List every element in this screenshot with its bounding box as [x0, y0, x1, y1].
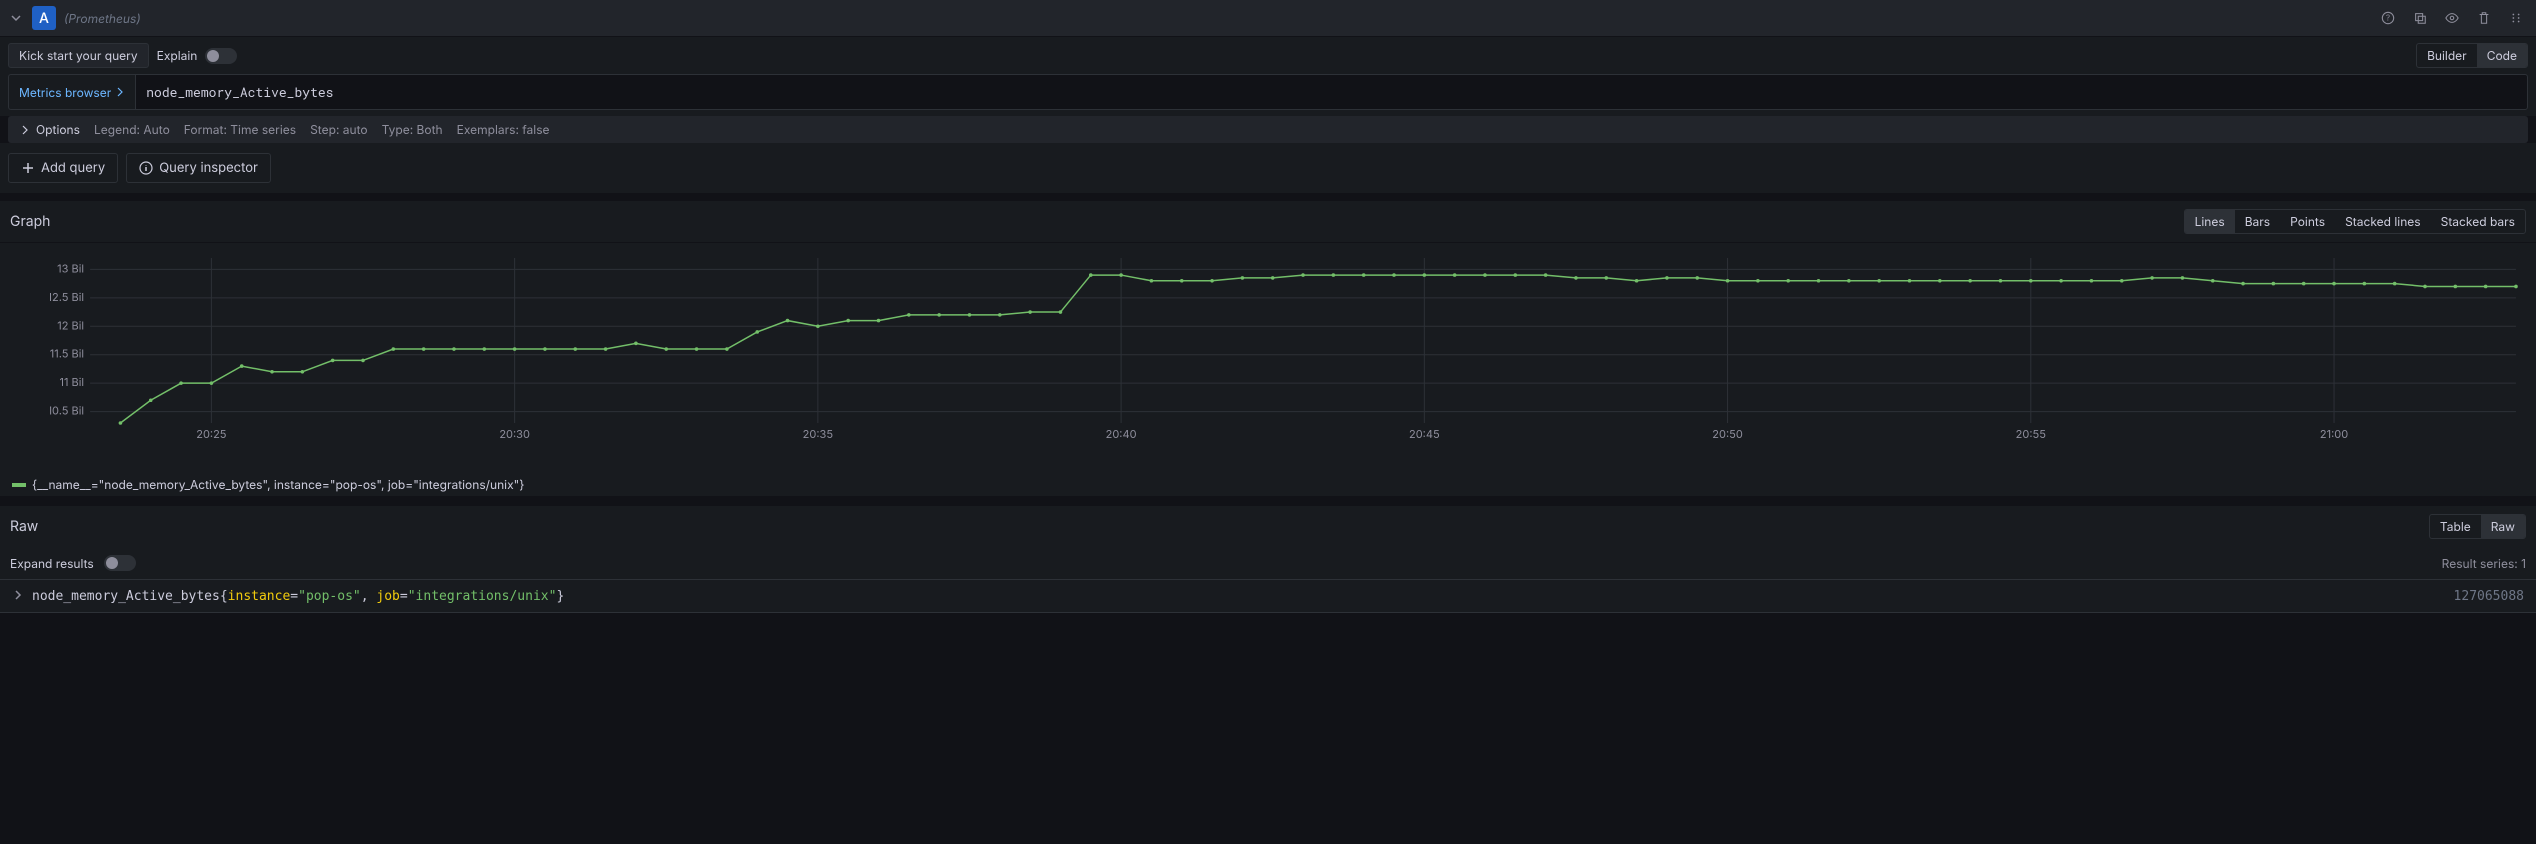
svg-text:10.5 Bil: 10.5 Bil	[50, 404, 84, 418]
trash-icon[interactable]	[2472, 6, 2496, 30]
svg-text:12.5 Bil: 12.5 Bil	[50, 290, 84, 304]
raw-panel: Raw Table Raw Expand results Result seri…	[0, 506, 2536, 613]
graph-mode-segment: Lines Bars Points Stacked lines Stacked …	[2184, 209, 2526, 234]
svg-text:13 Bil: 13 Bil	[57, 261, 84, 275]
datasource-label: (Prometheus)	[64, 11, 141, 26]
code-tab[interactable]: Code	[2477, 44, 2527, 67]
mode-lines[interactable]: Lines	[2185, 210, 2235, 233]
plus-icon	[21, 161, 35, 175]
raw-header: Raw Table Raw	[0, 506, 2536, 547]
raw-value: 127065088	[2454, 589, 2524, 604]
graph-title: Graph	[10, 213, 50, 230]
metrics-browser-button[interactable]: Metrics browser	[8, 74, 135, 110]
kickstart-button[interactable]: Kick start your query	[8, 43, 149, 68]
opt-type: Type: Both	[382, 122, 443, 137]
builder-tab[interactable]: Builder	[2417, 44, 2477, 67]
chevron-right-icon	[115, 87, 125, 97]
chart-container[interactable]: 10.5 Bil 11 Bil 11.5 Bil 12 Bil 12.5 Bil 13 B…	[0, 243, 2536, 473]
query-letter-badge[interactable]: A	[32, 6, 56, 30]
svg-text:20:25: 20:25	[196, 427, 227, 441]
raw-metric: node_memory_Active_bytes{instance="pop-o…	[32, 588, 564, 604]
expand-row-icon[interactable]	[12, 589, 24, 604]
chevron-right-icon	[20, 125, 30, 135]
expand-results-toggle[interactable]	[104, 555, 136, 571]
svg-text:11 Bil: 11 Bil	[59, 375, 84, 389]
chart-legend[interactable]: {__name__="node_memory_Active_bytes", in…	[0, 473, 2536, 496]
raw-title: Raw	[10, 518, 38, 535]
legend-text: {__name__="node_memory_Active_bytes", in…	[32, 477, 524, 492]
add-query-button[interactable]: Add query	[8, 153, 118, 183]
result-series-count: Result series: 1	[2442, 556, 2526, 571]
query-sub-row: Kick start your query Explain Builder Co…	[0, 37, 2536, 74]
svg-text:20:30: 20:30	[499, 427, 530, 441]
raw-data-row[interactable]: node_memory_Active_bytes{instance="pop-o…	[0, 579, 2536, 613]
graph-header: Graph Lines Bars Points Stacked lines St…	[0, 201, 2536, 243]
svg-text:20:45: 20:45	[1409, 427, 1440, 441]
raw-label-val-0: "pop-os"	[298, 589, 361, 604]
query-header: A (Prometheus) ?	[0, 0, 2536, 37]
mode-stacked-lines[interactable]: Stacked lines	[2335, 210, 2431, 233]
info-icon	[139, 161, 153, 175]
svg-text:11.5 Bil: 11.5 Bil	[50, 347, 84, 361]
opt-legend: Legend: Auto	[94, 122, 170, 137]
mode-stacked-bars[interactable]: Stacked bars	[2431, 210, 2525, 233]
help-icon[interactable]: ?	[2376, 6, 2400, 30]
raw-raw-tab[interactable]: Raw	[2481, 515, 2525, 538]
raw-mode-segment: Table Raw	[2429, 514, 2526, 539]
opt-step: Step: auto	[310, 122, 368, 137]
raw-label-key-0: instance	[228, 589, 291, 604]
drag-icon[interactable]	[2504, 6, 2528, 30]
options-expand[interactable]: Options	[20, 122, 80, 137]
action-row: Add query Query inspector	[0, 143, 2536, 193]
opt-format: Format: Time series	[184, 122, 296, 137]
mode-points[interactable]: Points	[2280, 210, 2335, 233]
query-inspector-button[interactable]: Query inspector	[126, 153, 271, 183]
svg-text:20:55: 20:55	[2016, 427, 2047, 441]
explain-label: Explain	[157, 48, 198, 63]
raw-metric-name: node_memory_Active_bytes	[32, 589, 220, 604]
mode-bars[interactable]: Bars	[2235, 210, 2280, 233]
builder-code-segment: Builder Code	[2416, 43, 2528, 68]
raw-controls: Expand results Result series: 1	[0, 547, 2536, 579]
svg-text:20:50: 20:50	[1712, 427, 1743, 441]
svg-text:20:35: 20:35	[803, 427, 834, 441]
opt-exemplars: Exemplars: false	[457, 122, 550, 137]
svg-text:20:40: 20:40	[1106, 427, 1137, 441]
collapse-icon[interactable]	[8, 10, 24, 26]
query-input[interactable]	[135, 74, 2528, 110]
svg-text:?: ?	[2386, 13, 2390, 23]
options-row[interactable]: Options Legend: Auto Format: Time series…	[8, 116, 2528, 143]
options-label: Options	[36, 122, 80, 137]
explain-toggle[interactable]	[205, 48, 237, 64]
legend-swatch	[12, 483, 26, 487]
eye-icon[interactable]	[2440, 6, 2464, 30]
metrics-browser-label: Metrics browser	[19, 85, 111, 100]
query-input-row: Metrics browser	[0, 74, 2536, 116]
svg-text:21:00: 21:00	[2320, 427, 2348, 441]
expand-results-label: Expand results	[10, 556, 94, 571]
graph-panel: Graph Lines Bars Points Stacked lines St…	[0, 201, 2536, 496]
chart-svg: 10.5 Bil 11 Bil 11.5 Bil 12 Bil 12.5 Bil 13 B…	[50, 253, 2526, 443]
query-inspector-label: Query inspector	[159, 160, 258, 176]
raw-label-val-1: "integrations/unix"	[408, 589, 557, 604]
add-query-label: Add query	[41, 160, 105, 176]
duplicate-icon[interactable]	[2408, 6, 2432, 30]
raw-table-tab[interactable]: Table	[2430, 515, 2481, 538]
svg-text:12 Bil: 12 Bil	[57, 318, 84, 332]
raw-label-key-1: job	[376, 589, 399, 604]
